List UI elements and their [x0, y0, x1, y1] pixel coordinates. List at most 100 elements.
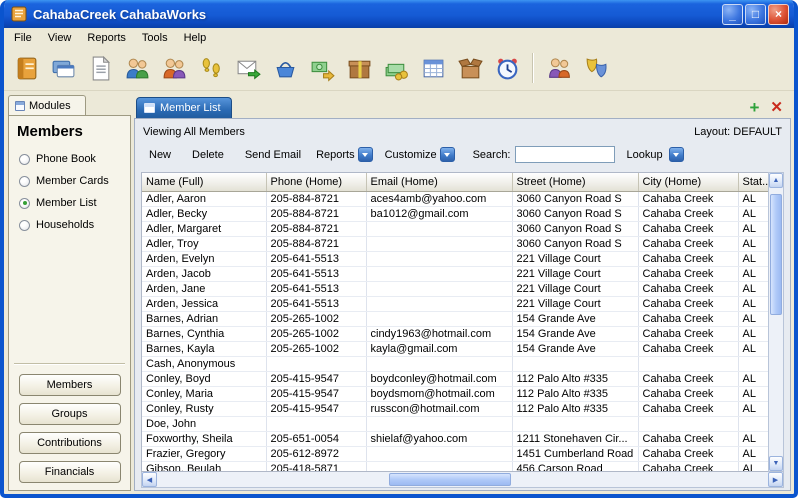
table-area: Name (Full) Phone (Home) Email (Home) Stree… [141, 172, 784, 472]
batches-button[interactable] [419, 54, 447, 82]
members-button[interactable] [123, 54, 151, 82]
column-header-stat-[interactable]: Stat... [738, 173, 768, 192]
horizontal-scroll-track[interactable] [157, 472, 768, 487]
table-row[interactable]: Conley, Boyd 205-415-9547 boydconley@hotma… [142, 371, 768, 387]
close-view-icon[interactable]: ✕ [770, 100, 783, 115]
member-list-tab-icon [144, 103, 155, 113]
vertical-scroll-track[interactable] [769, 188, 783, 456]
deposits-button[interactable] [382, 54, 410, 82]
sidebar-divider [14, 363, 125, 365]
view-option-member-list[interactable]: Member List [19, 197, 130, 209]
reminders-button[interactable] [493, 54, 521, 82]
reports-dropdown-button[interactable] [357, 147, 373, 162]
column-header-email-home-[interactable]: Email (Home) [366, 173, 513, 192]
table-row[interactable]: Foxworthy, Sheila 205-651-0054 shielaf@yah… [142, 431, 768, 447]
media-button[interactable] [582, 54, 610, 82]
window-title: CahabaCreek CahabaWorks [33, 6, 207, 22]
send-email-button[interactable] [234, 54, 262, 82]
table-row[interactable]: Conley, Rusty 205-415-9547 russcon@hotmail… [142, 401, 768, 417]
members-module-button[interactable]: Members [18, 374, 121, 396]
table-cell: 154 Grande Ave [512, 311, 639, 327]
tab-member-list[interactable]: Member List [136, 97, 232, 118]
vertical-scrollbar[interactable]: ▲ ▼ [768, 172, 784, 472]
lookup-dropdown[interactable]: Lookup [615, 147, 684, 162]
table-row[interactable]: Arden, Jacob 205-641-5513 221 Village Cour… [142, 266, 768, 282]
menu-item-help[interactable]: Help [176, 29, 215, 47]
phone-book-button[interactable] [12, 54, 40, 82]
horizontal-scrollbar[interactable]: ◀ ▶ [141, 472, 784, 488]
minimize-button[interactable]: _ [722, 3, 743, 25]
close-button[interactable]: × [768, 3, 789, 25]
vertical-scroll-thumb[interactable] [770, 194, 782, 315]
table-row[interactable]: Barnes, Cynthia 205-265-1002 cindy1963@hot… [142, 326, 768, 342]
table-cell [366, 296, 513, 312]
table-cell: shielaf@yahoo.com [366, 431, 513, 447]
table-row[interactable]: Doe, John [142, 416, 768, 432]
contributions-module-button[interactable]: Contributions [18, 432, 121, 454]
contributions-button[interactable] [308, 54, 336, 82]
table-row[interactable]: Cash, Anonymous [142, 356, 768, 372]
scroll-down-button[interactable]: ▼ [769, 456, 783, 471]
view-tabstrip: Member List + ✕ [134, 95, 791, 118]
view-option-member-cards[interactable]: Member Cards [19, 175, 130, 187]
pledges-button[interactable] [345, 54, 373, 82]
titlebar[interactable]: CahabaCreek CahabaWorks _ □ × [4, 0, 794, 28]
table-row[interactable]: Conley, Maria 205-415-9547 boydsmom@hotmai… [142, 386, 768, 402]
table-row[interactable]: Barnes, Adrian 205-265-1002 154 Grande Ave… [142, 311, 768, 327]
horizontal-scroll-thumb[interactable] [389, 473, 512, 486]
table-cell: AL [738, 446, 768, 462]
menu-item-reports[interactable]: Reports [79, 29, 134, 47]
scroll-up-button[interactable]: ▲ [769, 173, 783, 188]
table-row[interactable]: Arden, Evelyn 205-641-5513 221 Village Cou… [142, 251, 768, 267]
table-cell: ba1012@gmail.com [366, 206, 513, 222]
table-row[interactable]: Barnes, Kayla 205-265-1002 kayla@gmail.com… [142, 341, 768, 357]
view-option-phone-book[interactable]: Phone Book [19, 153, 130, 165]
member-cards-button[interactable] [49, 54, 77, 82]
menu-item-tools[interactable]: Tools [134, 29, 176, 47]
add-view-icon[interactable]: + [749, 99, 759, 116]
scroll-right-button[interactable]: ▶ [768, 472, 783, 487]
reports-dropdown[interactable]: Reports [316, 147, 373, 162]
report-button[interactable] [86, 54, 114, 82]
column-header-city-home-[interactable]: City (Home) [638, 173, 739, 192]
modules-tab[interactable]: Modules [8, 95, 86, 115]
inventory-button[interactable] [456, 54, 484, 82]
member-table-viewport[interactable]: Name (Full) Phone (Home) Email (Home) Stree… [141, 172, 768, 472]
app-window: CahabaCreek CahabaWorks _ □ × File View Re… [0, 0, 798, 498]
customize-label: Customize [384, 148, 437, 161]
customize-dropdown-button[interactable] [439, 147, 455, 162]
table-row[interactable]: Adler, Margaret 205-884-8721 3060 Canyon R… [142, 221, 768, 237]
table-row[interactable]: Adler, Aaron 205-884-8721 aces4amb@yahoo.c… [142, 191, 768, 207]
menu-item-view[interactable]: View [40, 29, 80, 47]
offering-button[interactable] [271, 54, 299, 82]
column-header-name-full-[interactable]: Name (Full) [142, 173, 267, 192]
families-button[interactable] [545, 54, 573, 82]
groups-module-button[interactable]: Groups [18, 403, 121, 425]
visitors-button[interactable] [160, 54, 188, 82]
search-input[interactable] [514, 146, 615, 163]
delete-button[interactable]: Delete [186, 147, 230, 163]
customize-dropdown[interactable]: Customize [385, 147, 455, 162]
column-header-phone-home-[interactable]: Phone (Home) [266, 173, 367, 192]
send-email-action-button[interactable]: Send Email [239, 147, 307, 163]
table-cell: Cahaba Creek [638, 341, 739, 357]
view-option-households[interactable]: Households [19, 219, 130, 231]
table-row[interactable]: Frazier, Gregory 205-612-8972 1451 Cumberl… [142, 446, 768, 462]
column-header-street-home-[interactable]: Street (Home) [512, 173, 639, 192]
table-row[interactable]: Adler, Becky 205-884-8721 ba1012@gmail.com… [142, 206, 768, 222]
maximize-button[interactable]: □ [745, 3, 766, 25]
lookup-dropdown-button[interactable] [668, 147, 684, 162]
table-row[interactable]: Arden, Jessica 205-641-5513 221 Village Co… [142, 296, 768, 312]
table-row[interactable]: Gibson, Beulah 205-418-5871 456 Carson Roa… [142, 461, 768, 471]
table-row[interactable]: Adler, Troy 205-884-8721 3060 Canyon Road … [142, 236, 768, 252]
table-cell: 205-612-8972 [266, 446, 367, 462]
scroll-left-button[interactable]: ◀ [142, 472, 157, 487]
financials-module-button[interactable]: Financials [18, 461, 121, 483]
table-cell: 205-415-9547 [266, 386, 367, 402]
new-button[interactable]: New [143, 147, 177, 163]
phone-book-icon [17, 57, 36, 79]
attendance-button[interactable] [197, 54, 225, 82]
menu-item-file[interactable]: File [6, 29, 40, 47]
table-row[interactable]: Arden, Jane 205-641-5513 221 Village Court… [142, 281, 768, 297]
